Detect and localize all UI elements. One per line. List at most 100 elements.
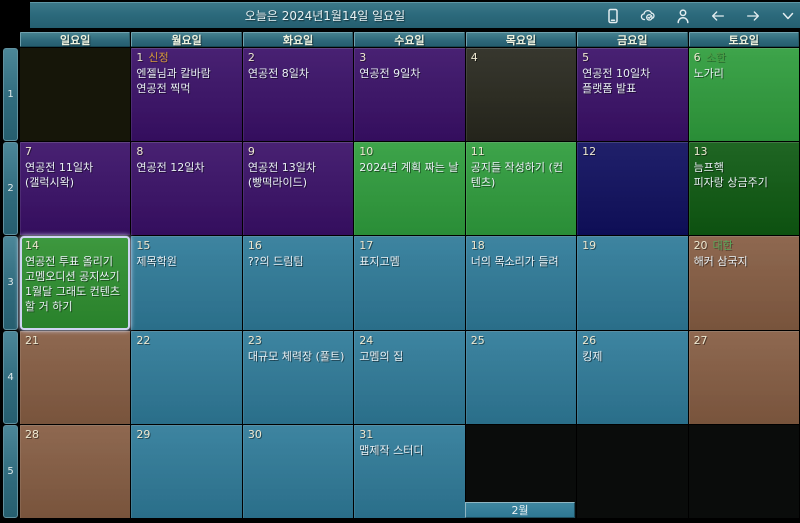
event-label: 연공전 찍먹: [136, 82, 191, 95]
day-cell-13[interactable]: 13 늠프핵 피자랑 상금주기: [688, 142, 799, 236]
day-cell-14[interactable]: 14 연공전 투표 올리기 고멤오디션 공지쓰기 1월달 그래도 컨텐츠할 거 하기: [20, 236, 131, 330]
day-cell-11[interactable]: 11 공지들 작성하기 (컨텐츠): [465, 142, 577, 236]
day-cell-7[interactable]: 7 연공전 11일차 (갤럭시왁): [20, 142, 131, 236]
holiday-label: 대한: [712, 239, 733, 253]
day-number: 11: [470, 145, 485, 159]
day-cell-4[interactable]: 4: [465, 48, 577, 142]
day-cell-30[interactable]: 30: [242, 424, 354, 518]
chevron-down-icon[interactable]: [780, 8, 796, 24]
titlebar: 오늘은 2024년1월14일 일요일: [30, 2, 800, 28]
week-number-5[interactable]: 5: [3, 424, 18, 518]
week-number-1[interactable]: 1: [3, 48, 18, 142]
event-label: ??의 드림팀: [247, 255, 304, 269]
event-label: 킹제: [582, 349, 603, 363]
event-label: 표지고멤: [359, 255, 400, 269]
next-month-button[interactable]: 2월: [465, 502, 575, 518]
day-cell-17[interactable]: 17 표지고멤: [354, 236, 465, 330]
person-icon[interactable]: [675, 8, 691, 24]
day-cell-6[interactable]: 6 소한 노가리: [688, 48, 799, 142]
day-number: 19: [582, 239, 597, 253]
day-number: 28: [25, 427, 39, 441]
weekday-header-thu[interactable]: 목요일: [465, 32, 577, 47]
day-number: 27: [693, 333, 708, 347]
event-label: 고멤의 집: [359, 349, 404, 363]
day-number: 25: [470, 333, 485, 347]
day-number: 6: [693, 51, 701, 64]
day-number: 1: [136, 51, 144, 64]
day-cell-31[interactable]: 31 맵제작 스터디: [354, 424, 465, 518]
day-number: 15: [136, 239, 151, 253]
event-label: 피자랑 상금주기: [693, 176, 768, 190]
event-label: 너의 목소리가 들려: [470, 255, 559, 269]
event-label: 엔젤님과 칼바람: [136, 67, 211, 80]
day-number: 30: [247, 427, 262, 441]
day-cell-empty[interactable]: [688, 424, 799, 518]
day-cell-21[interactable]: 21: [20, 330, 131, 424]
titlebar-icons: [605, 3, 796, 29]
event-label: (빵떡라이드): [247, 176, 308, 190]
day-cell-3[interactable]: 3 연공전 9일차: [354, 48, 465, 142]
day-number: 7: [25, 145, 32, 159]
event-label: 연공전 10일차: [582, 67, 651, 80]
weekday-header-fri[interactable]: 금요일: [577, 32, 688, 47]
day-number: 26: [582, 333, 597, 347]
event-label: 연공전 11일차: [25, 161, 94, 175]
holiday-label: 소한: [705, 51, 726, 64]
weekday-header-mon[interactable]: 월요일: [131, 32, 242, 47]
event-label: (갤럭시왁): [25, 176, 75, 190]
weekday-header-sat[interactable]: 토요일: [688, 32, 799, 47]
day-cell-23[interactable]: 23 대규모 체력장 (풀트): [242, 330, 354, 424]
day-cell-5[interactable]: 5 연공전 10일차 플랫폼 발표: [577, 48, 688, 142]
event-label: 플랫폼 발표: [582, 82, 637, 95]
day-number: 10: [359, 145, 374, 159]
day-cell-29[interactable]: 29: [131, 424, 242, 518]
day-number: 21: [25, 333, 39, 347]
day-number: 16: [247, 239, 262, 253]
day-cell-2[interactable]: 2 연공전 8일차: [242, 48, 354, 142]
event-label: 늠프핵: [693, 161, 724, 175]
day-cell-9[interactable]: 9 연공전 13일차 (빵떡라이드): [242, 142, 354, 236]
day-cell-26[interactable]: 26 킹제: [577, 330, 688, 424]
week-number-2[interactable]: 2: [3, 142, 18, 236]
day-cell-22[interactable]: 22: [131, 330, 242, 424]
event-label: 연공전 13일차: [247, 161, 316, 175]
day-cell-15[interactable]: 15 제목학원: [131, 236, 242, 330]
day-cell-20[interactable]: 20 대한 해커 삼국지: [688, 236, 799, 330]
day-cell-19[interactable]: 19: [577, 236, 688, 330]
day-number: 18: [470, 239, 485, 253]
phone-icon[interactable]: [605, 8, 621, 24]
day-cell-24[interactable]: 24 고멤의 집: [354, 330, 465, 424]
cloud-sync-icon[interactable]: [640, 8, 656, 24]
day-cell-1[interactable]: 1 신정 엔젤님과 칼바람 연공전 찍먹: [131, 48, 242, 142]
weekday-header-wed[interactable]: 수요일: [354, 32, 465, 47]
week-number-4[interactable]: 4: [3, 330, 18, 424]
day-cell-28[interactable]: 28: [20, 424, 131, 518]
day-cell-16[interactable]: 16 ??의 드림팀: [242, 236, 354, 330]
event-label: 연공전 12일차: [136, 161, 205, 175]
day-cell-10[interactable]: 10 2024년 계획 짜는 날: [354, 142, 465, 236]
day-number: 14: [25, 239, 39, 253]
day-number: 12: [582, 145, 597, 159]
event-label: 제목학원: [136, 255, 177, 269]
day-cell-8[interactable]: 8 연공전 12일차: [131, 142, 242, 236]
day-cell-27[interactable]: 27: [688, 330, 799, 424]
day-cell-25[interactable]: 25: [465, 330, 577, 424]
day-number: 2: [247, 51, 255, 64]
event-label: 2024년 계획 짜는 날: [359, 161, 459, 175]
arrow-right-icon[interactable]: [745, 8, 761, 24]
page-title: 오늘은 2024년1월14일 일요일: [244, 9, 406, 23]
day-number: 29: [136, 427, 151, 441]
day-number: 20: [693, 239, 708, 253]
arrow-left-icon[interactable]: [710, 8, 726, 24]
day-number: 9: [247, 145, 255, 159]
weekday-header-sun[interactable]: 일요일: [20, 32, 131, 47]
day-cell-empty[interactable]: [20, 48, 131, 142]
event-label: 맵제작 스터디: [359, 443, 424, 457]
day-number: 3: [359, 51, 367, 64]
day-cell-empty[interactable]: [577, 424, 688, 518]
day-cell-18[interactable]: 18 너의 목소리가 들려: [465, 236, 577, 330]
week-number-3[interactable]: 3: [3, 236, 18, 330]
weekday-header-tue[interactable]: 화요일: [242, 32, 354, 47]
event-label: 연공전 8일차: [247, 67, 309, 80]
day-cell-12[interactable]: 12: [577, 142, 688, 236]
